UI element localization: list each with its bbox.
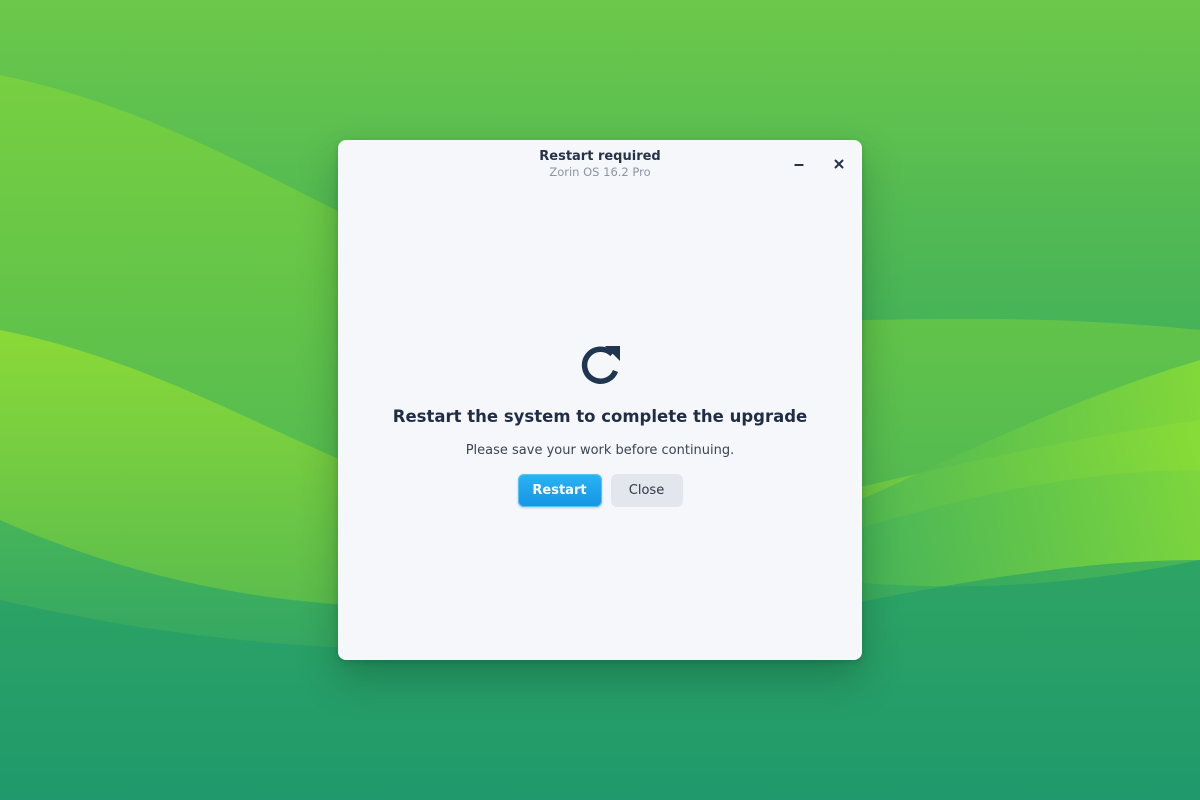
- window-title: Restart required: [539, 149, 661, 164]
- restart-icon: [581, 346, 620, 384]
- title-block: Restart required Zorin OS 16.2 Pro: [338, 148, 862, 180]
- close-button[interactable]: Close: [610, 474, 683, 507]
- desktop: Restart required Zorin OS 16.2 Pro Resta…: [0, 0, 1200, 800]
- dialog-content: Restart the system to complete the upgra…: [338, 340, 862, 507]
- restart-dialog: Restart required Zorin OS 16.2 Pro Resta…: [338, 140, 862, 660]
- titlebar: Restart required Zorin OS 16.2 Pro: [338, 140, 862, 190]
- minimize-icon: [794, 164, 804, 166]
- dialog-message: Please save your work before continuing.: [465, 443, 735, 458]
- window-subtitle: Zorin OS 16.2 Pro: [549, 165, 651, 179]
- restart-button[interactable]: Restart: [517, 474, 602, 507]
- dialog-headline: Restart the system to complete the upgra…: [392, 407, 808, 426]
- dialog-buttons: Restart Close: [338, 474, 862, 507]
- close-icon: [834, 159, 844, 169]
- close-window-button[interactable]: [827, 152, 851, 176]
- minimize-button[interactable]: [787, 152, 811, 176]
